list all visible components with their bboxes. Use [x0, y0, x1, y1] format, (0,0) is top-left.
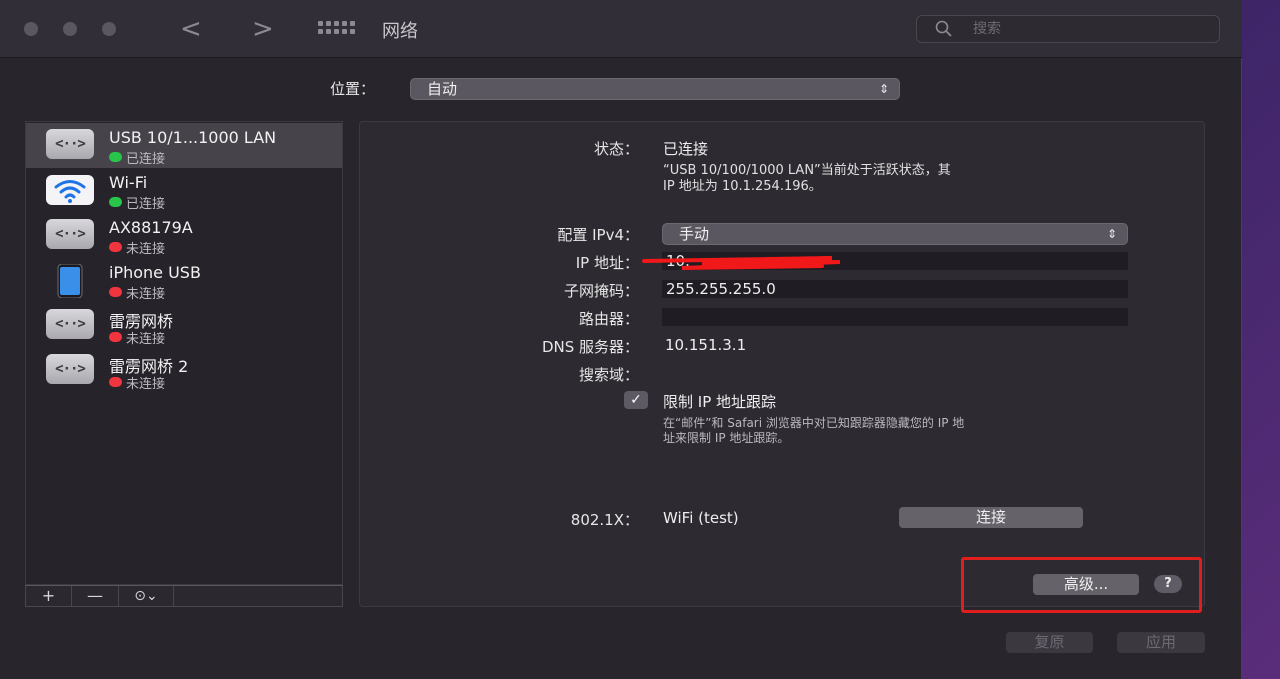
redaction-scribble	[642, 256, 841, 270]
status-dot	[109, 197, 122, 207]
annotation-highlight-box	[961, 557, 1202, 613]
location-popup[interactable]: 自动 ⇕	[410, 78, 900, 100]
window-title: 网络	[382, 21, 418, 42]
show-all-grid-icon[interactable]	[318, 21, 355, 37]
status-dot	[109, 332, 122, 342]
configure-ipv4-label: 配置 IPv4：	[557, 226, 639, 244]
status-label: 状态：	[593, 140, 639, 158]
dot1x-label: 802.1X：	[570, 511, 639, 529]
search-domain-label: 搜索域：	[578, 366, 639, 384]
ethernet-icon: <··>	[46, 354, 94, 384]
ip-address-label: IP 地址：	[575, 254, 639, 272]
remove-service-button[interactable]: —	[72, 586, 119, 606]
connect-button[interactable]: 连接	[899, 507, 1083, 528]
detail-pane: 状态： 已连接 “USB 10/100/1000 LAN”当前处于活跃状态，其 …	[359, 121, 1205, 607]
service-status: 未连接	[126, 377, 166, 392]
location-label: 位置：	[330, 80, 376, 98]
service-status: 已连接	[126, 152, 166, 167]
status-description-line2: IP 地址为 10.1.254.196。	[663, 179, 822, 194]
limit-ip-tracking-note-line2: 址来限制 IP 地址跟踪。	[663, 431, 790, 445]
close-window-button[interactable]	[24, 22, 38, 36]
network-preferences-window: < > 网络 位置： 自动 ⇕ <··> USB 10/1...1000 LAN…	[0, 0, 1242, 679]
service-item-thunderbolt-bridge[interactable]: <··> 雷雳网桥 未连接	[26, 303, 342, 348]
status-value: 已连接	[663, 140, 709, 158]
service-name: Wi-Fi	[109, 173, 148, 192]
service-list-toolbar: + — ⊙⌄	[25, 585, 343, 607]
apply-button[interactable]: 应用	[1117, 632, 1205, 653]
configure-ipv4-popup[interactable]: 手动 ⇕	[662, 223, 1128, 245]
configure-ipv4-value: 手动	[679, 225, 710, 243]
status-dot	[109, 287, 122, 297]
service-item-thunderbolt-bridge-2[interactable]: <··> 雷雳网桥 2 未连接	[26, 348, 342, 393]
status-dot	[109, 152, 122, 162]
service-status: 未连接	[126, 287, 166, 302]
wifi-icon	[46, 175, 94, 205]
limit-ip-tracking-checkbox[interactable]: ✓	[624, 391, 648, 409]
titlebar: < > 网络	[0, 0, 1242, 58]
subnet-mask-label: 子网掩码：	[563, 282, 639, 300]
revert-button[interactable]: 复原	[1006, 632, 1093, 653]
chevron-updown-icon: ⇕	[1106, 227, 1117, 241]
search-icon	[935, 20, 952, 37]
back-button[interactable]: <	[180, 14, 202, 44]
dot1x-value: WiFi (test)	[663, 509, 739, 527]
dns-server-value: 10.151.3.1	[665, 336, 747, 354]
service-name: AX88179A	[109, 218, 193, 237]
status-description-line1: “USB 10/100/1000 LAN”当前处于活跃状态，其	[663, 163, 951, 178]
iphone-icon	[57, 263, 83, 299]
router-label: 路由器：	[578, 310, 639, 328]
ethernet-icon: <··>	[46, 219, 94, 249]
service-item-iphone-usb[interactable]: iPhone USB 未连接	[26, 258, 342, 303]
chevron-updown-icon: ⇕	[878, 82, 889, 96]
limit-ip-tracking-note-line1: 在“邮件”和 Safari 浏览器中对已知跟踪器隐藏您的 IP 地	[663, 416, 965, 430]
ethernet-icon: <··>	[46, 309, 94, 339]
add-service-button[interactable]: +	[26, 586, 72, 606]
zoom-window-button[interactable]	[102, 22, 116, 36]
limit-ip-tracking-label: 限制 IP 地址跟踪	[663, 393, 777, 411]
service-status: 已连接	[126, 197, 166, 212]
service-name: iPhone USB	[109, 263, 201, 282]
status-dot	[109, 242, 122, 252]
service-name: USB 10/1...1000 LAN	[109, 128, 277, 147]
status-dot	[109, 377, 122, 387]
minimize-window-button[interactable]	[63, 22, 77, 36]
service-status: 未连接	[126, 332, 166, 347]
action-menu-button[interactable]: ⊙⌄	[119, 586, 174, 606]
location-value: 自动	[427, 80, 458, 98]
dns-server-label: DNS 服务器：	[541, 338, 639, 356]
service-status: 未连接	[126, 242, 166, 257]
ethernet-icon: <··>	[46, 129, 94, 159]
service-item-usb-lan[interactable]: <··> USB 10/1...1000 LAN 已连接	[26, 123, 342, 168]
router-field[interactable]	[662, 308, 1128, 326]
forward-button[interactable]: >	[252, 14, 274, 44]
search-input[interactable]	[973, 19, 1203, 39]
service-item-wifi[interactable]: Wi-Fi 已连接	[26, 168, 342, 213]
search-field[interactable]	[916, 15, 1220, 43]
subnet-mask-field[interactable]	[662, 280, 1128, 298]
service-list[interactable]: <··> USB 10/1...1000 LAN 已连接 Wi-Fi 已连接 <…	[25, 121, 343, 585]
service-item-ax88179a[interactable]: <··> AX88179A 未连接	[26, 213, 342, 258]
